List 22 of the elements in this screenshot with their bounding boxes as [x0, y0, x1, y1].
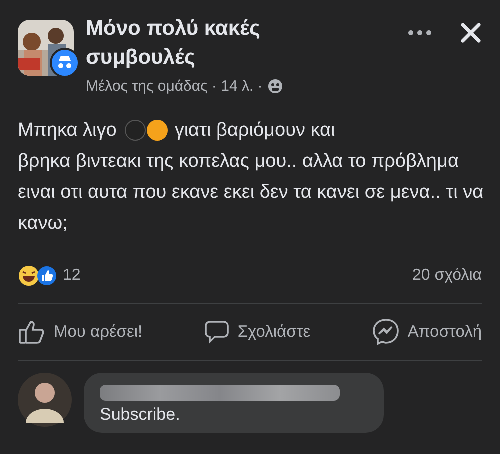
send-button[interactable]: Αποστολή — [372, 318, 482, 346]
circle-emoji-icon — [146, 120, 168, 141]
post-text: Μπηκα λιγο — [18, 119, 117, 143]
circle-emoji-icon — [124, 120, 146, 141]
comment-text: Subscribe. — [100, 405, 182, 425]
laughing-face-icon — [18, 265, 40, 287]
post-text: γιατι βαριόμουν και — [174, 119, 336, 143]
more-icon[interactable] — [408, 30, 432, 36]
comment-button[interactable]: Σχολιάστε — [204, 318, 311, 346]
thumbs-up-icon — [18, 319, 46, 345]
like-reaction-icon — [37, 266, 57, 286]
close-icon[interactable] — [460, 22, 482, 44]
speech-bubble-icon — [204, 319, 230, 345]
post-text: βρηκα βιντεακι της κοπελας μου.. αλλα το πρόβλημα ειναι οτι αυτα που εκανε εκει δεν τα κανει σε μενα.. τι να κανω; — [18, 150, 485, 236]
post-meta: Μέλος της ομάδας · 14 λ. · — [86, 78, 263, 95]
messenger-icon — [372, 318, 400, 346]
incognito-badge-icon — [50, 48, 80, 78]
like-button[interactable]: Μου αρέσει! — [18, 318, 143, 346]
avatar — [18, 373, 72, 427]
reaction-count[interactable]: 12 — [63, 267, 81, 285]
comment-count[interactable]: 20 σχόλια — [412, 267, 482, 285]
group-name[interactable]: Μόνο πολύ κακές συμβουλές — [86, 14, 316, 72]
